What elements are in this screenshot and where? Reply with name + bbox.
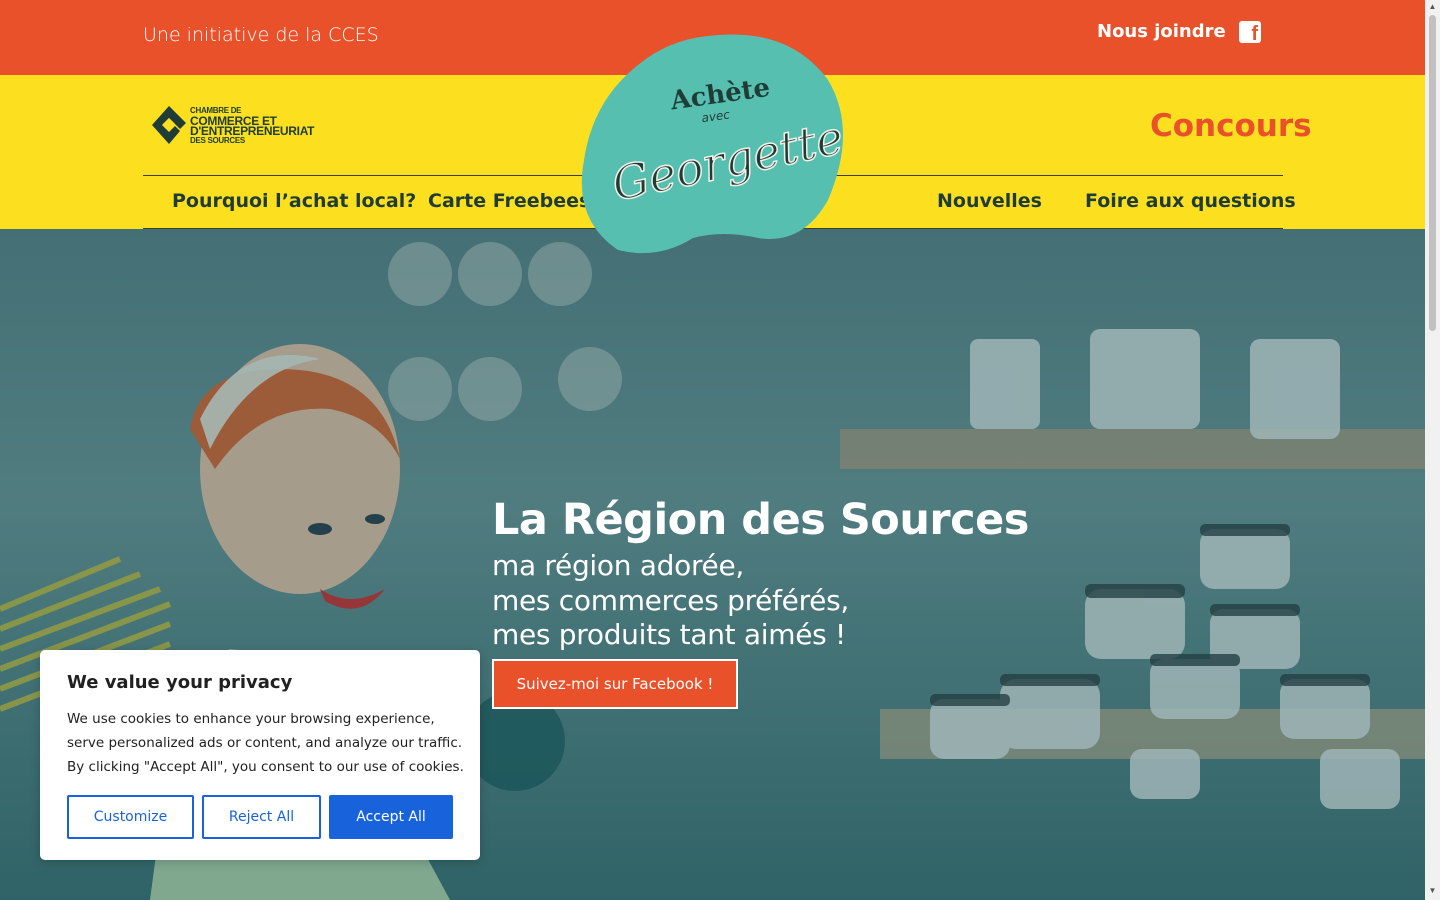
concours-link[interactable]: Concours — [1150, 108, 1312, 144]
cookie-consent-dialog: We value your privacy We use cookies to … — [40, 650, 480, 860]
cookie-title: We value your privacy — [67, 672, 293, 693]
nav-item-carte-freebees[interactable]: Carte Freebees — [428, 190, 590, 212]
cces-logo[interactable]: CHAMBRE DE COMMERCE ET D'ENTREPRENEURIAT… — [151, 105, 315, 149]
cookie-text: We use cookies to enhance your browsing … — [67, 711, 464, 775]
initiative-text: Une initiative de la CCES — [143, 24, 379, 46]
hero-title: La Région des Sources — [492, 495, 1029, 545]
nav-item-faq[interactable]: Foire aux questions — [1085, 190, 1296, 212]
nav-item-nouvelles[interactable]: Nouvelles — [937, 190, 1042, 212]
customize-button[interactable]: Customize — [67, 795, 194, 839]
hero-line: ma région adorée, — [492, 549, 744, 582]
contact-link[interactable]: Nous joindre — [1097, 21, 1226, 42]
scrollbar-thumb[interactable] — [1429, 15, 1436, 331]
facebook-follow-button[interactable]: Suivez-moi sur Facebook ! — [492, 659, 738, 709]
facebook-icon[interactable]: f — [1239, 21, 1261, 43]
accept-all-button[interactable]: Accept All — [329, 795, 453, 839]
brand-blob-graphic: Achète avec Georgette — [581, 34, 849, 254]
logo-line: D'ENTREPRENEURIAT — [190, 124, 315, 138]
scroll-up-icon[interactable]: ▲ — [1428, 2, 1437, 11]
georgette-brand-logo[interactable]: Achète avec Georgette — [578, 30, 849, 260]
nav-item-achat-local[interactable]: Pourquoi l’achat local? — [172, 190, 416, 212]
cces-logo-icon — [152, 106, 186, 144]
hero-line: mes commerces préférés, — [492, 584, 849, 617]
page-scrollbar[interactable]: ▲ ▼ — [1425, 0, 1440, 900]
reject-all-button[interactable]: Reject All — [202, 795, 321, 839]
scroll-down-icon[interactable]: ▼ — [1428, 886, 1437, 895]
hero-line: mes produits tant aimés ! — [492, 618, 846, 651]
